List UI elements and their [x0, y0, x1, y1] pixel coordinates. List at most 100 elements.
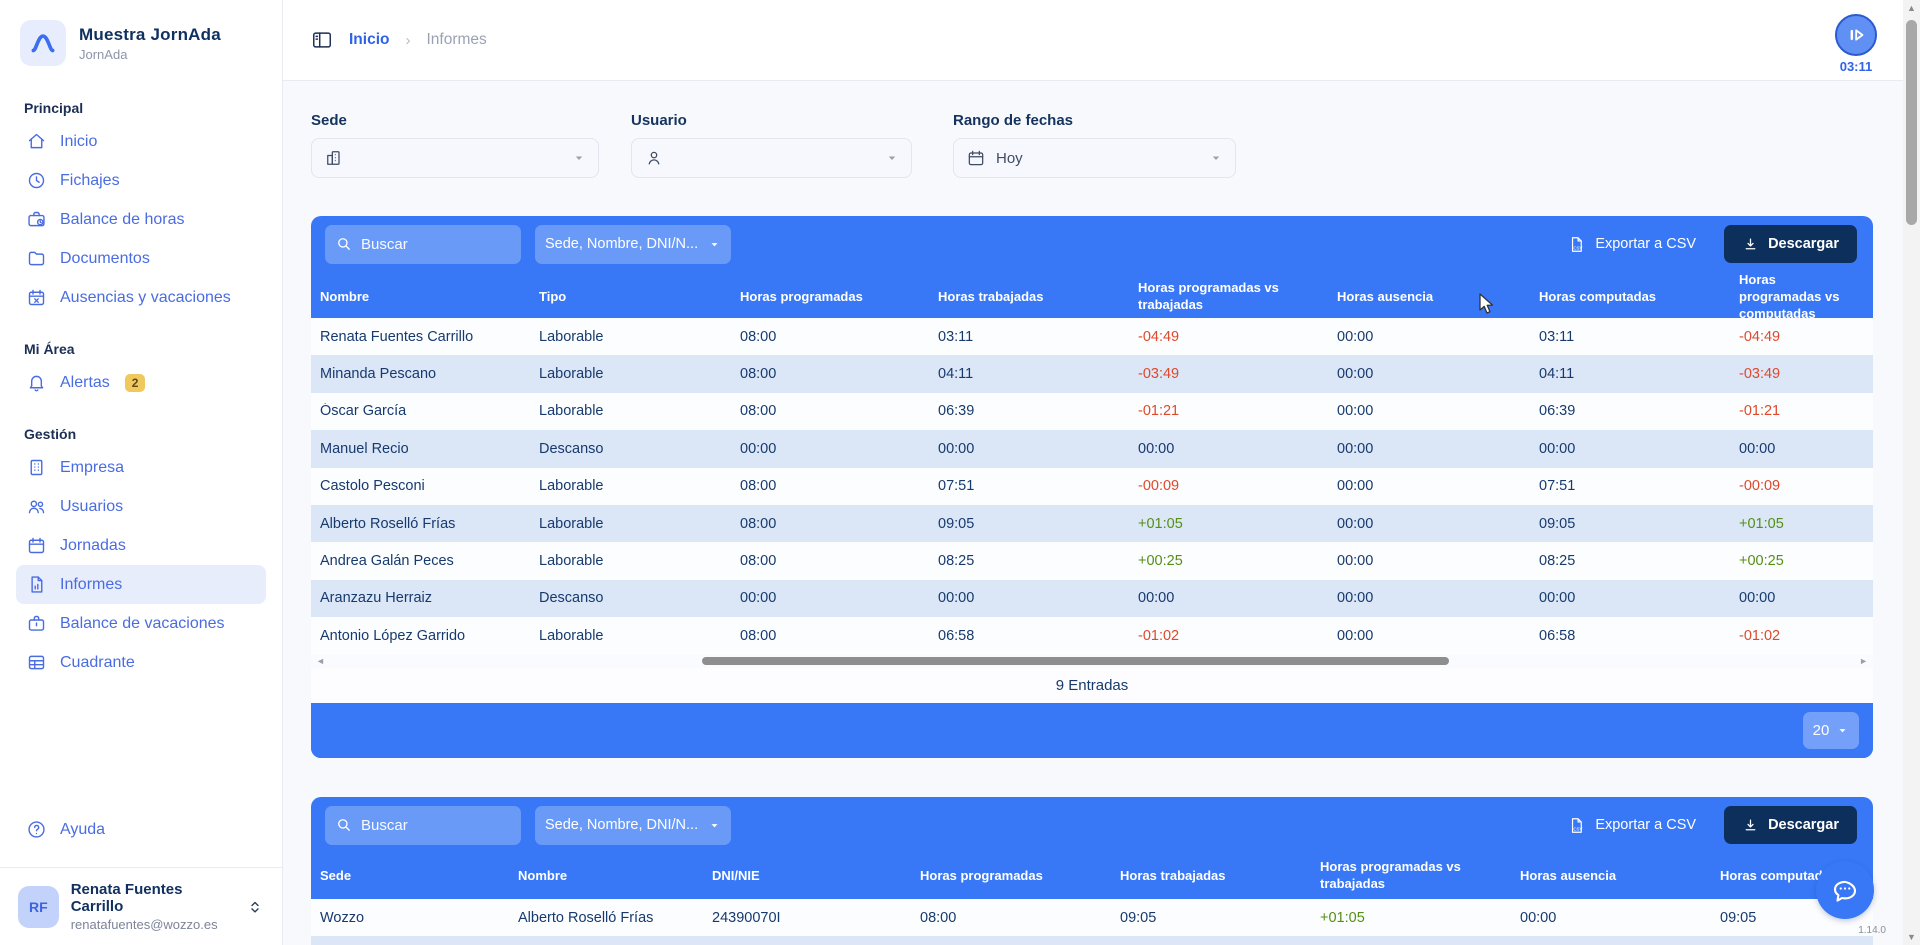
column-header-horas-programadas-vs-trabajadas[interactable]: Horas programadas vs trabajadas	[1138, 280, 1337, 314]
column-header-horas-trabajadas[interactable]: Horas trabajadas	[938, 289, 1138, 306]
chat-button[interactable]	[1816, 861, 1874, 919]
sidebar-toggle-icon[interactable]	[311, 29, 333, 51]
scroll-up-arrow-icon[interactable]: ▲	[1903, 3, 1920, 13]
main-content: Inicio › Informes Sede Usuario Rango de …	[283, 0, 1920, 945]
table-row[interactable]: Alberto Roselló Frías Laborable 08:00 09:05…	[311, 504, 1873, 543]
sidebar-item-label: Balance de horas	[60, 210, 185, 228]
column-header-horas-programadas-vs-trabajadas[interactable]: Horas programadas vs trabajadas	[1320, 859, 1520, 893]
sidebar-item-empresa[interactable]: Empresa	[16, 448, 266, 487]
table-cell: 08:00	[740, 478, 777, 495]
sidebar-item-ayuda[interactable]: Ayuda	[16, 810, 266, 849]
column-filter-select[interactable]: Sede, Nombre, DNI/N...	[535, 224, 731, 264]
sidebar-item-informes[interactable]: Informes	[16, 565, 266, 604]
column-header-horas-programadas[interactable]: Horas programadas	[920, 868, 1120, 885]
calendar-icon	[966, 148, 986, 168]
folder-icon	[26, 248, 47, 269]
table-cell: Antonio López Garrido	[320, 627, 466, 644]
sidebar-item-documentos[interactable]: Documentos	[16, 239, 266, 278]
sidebar: Muestra JornAda JornAda Principal Inicio…	[0, 0, 283, 945]
table-cell: +00:25	[1739, 553, 1784, 570]
table-cell: 00:00	[1739, 440, 1776, 457]
table-row[interactable]: Wozzo Alberto Roselló Frías 24390070I 08:00…	[311, 899, 1873, 937]
table-cell: Alberto Roselló Frías	[320, 515, 456, 532]
column-header-nombre[interactable]: Nombre	[320, 289, 539, 306]
table-row[interactable]: Óscar García Laborable 08:00 06:39 -01:21 00:…	[311, 392, 1873, 431]
column-header-tipo[interactable]: Tipo	[539, 289, 740, 306]
scroll-down-arrow-icon[interactable]: ▼	[1903, 932, 1920, 942]
column-filter-select[interactable]: Sede, Nombre, DNI/N...	[535, 805, 731, 845]
table-cell: +01:05	[1739, 515, 1784, 532]
table-search-box[interactable]	[325, 805, 521, 845]
column-header-horas-ausencia[interactable]: Horas ausencia	[1520, 868, 1720, 885]
table-row[interactable]: Andrea Galán Peces Laborable 08:00 08:25 +00…	[311, 542, 1873, 580]
timer-widget: 03:11	[1832, 14, 1880, 74]
search-input[interactable]	[361, 816, 491, 834]
page-size-select[interactable]: 20	[1803, 711, 1859, 749]
rango-fechas-select[interactable]: Hoy	[953, 138, 1236, 178]
play-button[interactable]	[1835, 14, 1877, 56]
sidebar-item-jornadas[interactable]: Jornadas	[16, 526, 266, 565]
report-icon	[26, 574, 47, 595]
sidebar-item-usuarios[interactable]: Usuarios	[16, 487, 266, 526]
table-cell: 09:05	[1120, 909, 1157, 926]
column-header-horas-programadas[interactable]: Horas programadas	[740, 289, 938, 306]
table-header-row: Nombre Tipo Horas programadas Horas trabaja…	[311, 272, 1873, 321]
export-csv-label: Exportar a CSV	[1595, 817, 1697, 833]
table-row[interactable]: Minanda Pescano Laborable 08:00 04:11 -03:49…	[311, 355, 1873, 393]
sidebar-item-label: Empresa	[60, 458, 125, 476]
table-cell: 00:00	[1337, 515, 1374, 532]
sidebar-item-balance-de-horas[interactable]: Balance de horas	[16, 200, 266, 239]
sidebar-item-fichajes[interactable]: Fichajes	[16, 161, 266, 200]
table-cell: 00:00	[1337, 553, 1374, 570]
download-button[interactable]: Descargar	[1724, 806, 1857, 844]
section-label-mi-area: Mi Área	[24, 341, 75, 357]
horizontal-scrollbar-thumb[interactable]	[702, 657, 1449, 666]
column-header-nombre[interactable]: Nombre	[518, 868, 712, 885]
table-cell: 06:58	[938, 627, 975, 644]
table-search-box[interactable]	[325, 224, 521, 264]
sidebar-item-inicio[interactable]: Inicio	[16, 122, 266, 161]
horizontal-scrollbar[interactable]: ◄ ►	[311, 654, 1873, 668]
sidebar-item-balance-de-vacaciones[interactable]: Balance de vacaciones	[16, 604, 266, 643]
column-header-horas-computadas[interactable]: Horas computadas	[1539, 289, 1739, 306]
export-csv-button[interactable]: CSV Exportar a CSV	[1567, 816, 1696, 835]
filter-bar: Sede Usuario Rango de fechas Hoy	[311, 112, 1268, 178]
breadcrumb-current: Informes	[426, 31, 487, 48]
column-header-sede[interactable]: Sede	[320, 868, 518, 885]
export-csv-button[interactable]: CSV Exportar a CSV	[1567, 235, 1696, 254]
chevron-down-icon	[708, 238, 721, 251]
vertical-scrollbar-thumb[interactable]	[1906, 20, 1917, 225]
table-row[interactable]: Manuel Recio Descanso 00:00 00:00 00:00 00:00…	[311, 430, 1873, 468]
table-cell: Laborable	[539, 366, 604, 383]
table-cell: -03:49	[1739, 366, 1781, 383]
column-header-horas-trabajadas[interactable]: Horas trabajadas	[1120, 868, 1320, 885]
scroll-left-arrow-icon[interactable]: ◄	[316, 655, 325, 668]
table-row[interactable]: Aranzazu Herraiz Descanso 00:00 00:00 00:00 0…	[311, 579, 1873, 618]
table-row[interactable]: Renata Fuentes Carrillo Laborable 08:00 03:…	[311, 318, 1873, 356]
usuario-select[interactable]	[631, 138, 912, 178]
download-button[interactable]: Descargar	[1724, 225, 1857, 263]
column-filter-value: Sede, Nombre, DNI/N...	[545, 236, 699, 252]
sede-select[interactable]	[311, 138, 599, 178]
user-menu[interactable]: RF Renata Fuentes Carrillo renatafuentes…	[0, 867, 282, 945]
table-cell: 04:11	[938, 366, 974, 383]
sidebar-item-label: Documentos	[60, 249, 150, 267]
column-header-horas-programadas-vs-computadas[interactable]: Horas programadas vs computadas	[1739, 272, 1863, 323]
entries-count: 9 Entradas	[311, 667, 1873, 703]
vertical-scrollbar[interactable]: ▲ ▼	[1903, 0, 1920, 945]
briefcase-clock-icon	[26, 209, 47, 230]
column-header-horas-ausencia[interactable]: Horas ausencia	[1337, 289, 1539, 306]
column-header-dni-nie[interactable]: DNI/NIE	[712, 868, 920, 885]
chevron-up-down-icon[interactable]	[246, 898, 264, 916]
search-input[interactable]	[361, 235, 491, 253]
breadcrumb-home-link[interactable]: Inicio	[349, 31, 389, 49]
table-row[interactable]: Castolo Pesconi Laborable 08:00 07:51 -00:09…	[311, 467, 1873, 505]
sidebar-item-alertas[interactable]: Alertas 2	[16, 363, 266, 402]
table-cell: -01:21	[1138, 403, 1180, 420]
table-cell: -00:09	[1739, 478, 1781, 495]
table-cell: Castolo Pesconi	[320, 478, 425, 495]
scroll-right-arrow-icon[interactable]: ►	[1859, 655, 1868, 668]
sidebar-item-ausencias-y-vacaciones[interactable]: Ausencias y vacaciones	[16, 278, 266, 317]
table-row[interactable]: Antonio López Garrido Laborable 08:00 06:58…	[311, 617, 1873, 655]
sidebar-item-cuadrante[interactable]: Cuadrante	[16, 643, 266, 682]
